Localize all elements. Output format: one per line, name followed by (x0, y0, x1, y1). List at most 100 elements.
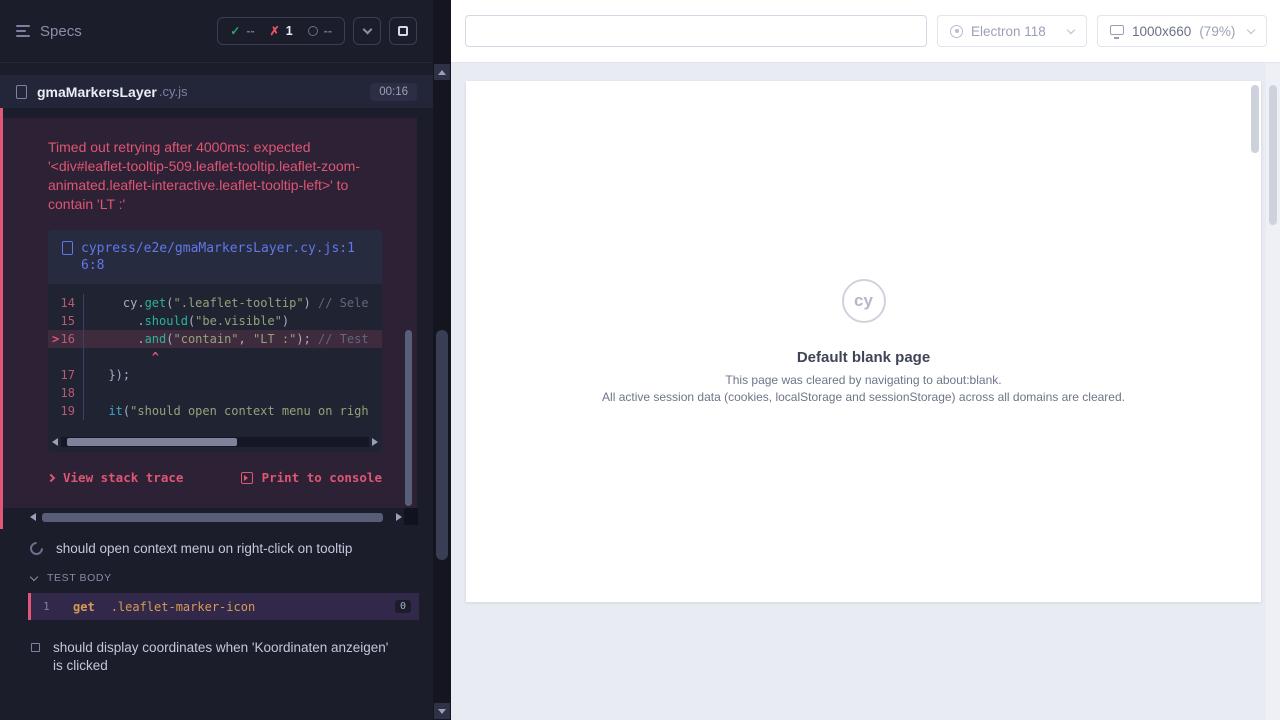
arrow-down-icon (438, 709, 446, 718)
code-line: 17 }); (48, 366, 382, 384)
arrow-up-icon (438, 66, 446, 75)
code-caret-line: ^ (48, 348, 382, 366)
spec-file-icon (16, 85, 27, 99)
browser-select[interactable]: Electron 118 (937, 15, 1087, 47)
command-target: .leaflet-marker-icon (111, 600, 256, 614)
line-content: }); (84, 366, 130, 384)
collapse-all-button[interactable] (353, 17, 381, 45)
scroll-up-button[interactable] (434, 64, 450, 80)
scroll-thumb[interactable] (42, 513, 383, 522)
code-line: 14 cy.get(".leaflet-tooltip") // Sele (48, 294, 382, 312)
browser-label: Electron 118 (971, 24, 1046, 39)
app-preview-area: Electron 118 1000x660 (79%) cy Default b… (451, 0, 1280, 720)
command-number: 1 (31, 600, 57, 613)
test-item-pending[interactable]: should display coordinates when 'Koordin… (0, 639, 398, 675)
specs-menu-button[interactable]: Specs (16, 22, 82, 40)
code-frame-file-link[interactable]: cypress/e2e/gmaMarkersLayer.cy.js:16:8 (48, 230, 382, 284)
blank-page-line2: All active session data (cookies, localS… (466, 390, 1261, 404)
code-frame: cypress/e2e/gmaMarkersLayer.cy.js:16:8 1… (48, 230, 382, 452)
failed-count: 1 (286, 24, 293, 38)
cypress-runner: Specs ✓ -- ✗ 1 -- (0, 0, 1280, 720)
stage-scrollbar-thumb[interactable] (1269, 85, 1277, 225)
code-line: 15 .should("be.visible") (48, 312, 382, 330)
document-icon (62, 241, 73, 255)
code-line: 19 it("should open context menu on righ (48, 402, 382, 420)
command-method: get (73, 600, 95, 614)
reporter-header: Specs ✓ -- ✗ 1 -- (0, 0, 433, 63)
specs-list-icon (16, 22, 30, 40)
stat-passed: ✓ -- (230, 24, 254, 38)
check-icon: ✓ (230, 24, 240, 38)
sidebar-scrollbar[interactable] (433, 0, 451, 720)
test-item-running[interactable]: should open context menu on right-click … (0, 541, 413, 556)
electron-browser-icon (950, 25, 963, 38)
iframe-scrollbar-thumb[interactable] (1251, 85, 1259, 153)
url-input[interactable] (465, 15, 927, 47)
error-actions: View stack trace Print to console (48, 470, 382, 485)
stop-run-button[interactable] (389, 17, 417, 45)
code-horizontal-scrollbar[interactable] (52, 436, 378, 448)
command-log-row[interactable]: 1 get .leaflet-marker-icon 0 (28, 593, 419, 620)
print-to-console-button[interactable]: Print to console (241, 470, 382, 485)
test-title: should display coordinates when 'Koordin… (53, 639, 398, 675)
cypress-logo-text: cy (854, 291, 873, 311)
reporter-sidebar: Specs ✓ -- ✗ 1 -- (0, 0, 433, 720)
code-frame-file-path: cypress/e2e/gmaMarkersLayer.cy.js:16:8 (81, 240, 368, 274)
scroll-track[interactable] (40, 513, 392, 522)
scrollbar-corner (404, 508, 418, 525)
code-lines: 14 cy.get(".leaflet-tooltip") // Sele 15… (48, 294, 382, 420)
viewport-zoom: (79%) (1199, 24, 1235, 39)
aut-stage: cy Default blank page This page was clea… (451, 63, 1280, 720)
line-content (84, 384, 94, 402)
chevron-right-icon (47, 473, 55, 481)
scroll-right-arrow-icon[interactable] (396, 513, 402, 521)
stop-icon (398, 26, 408, 36)
command-count-badge: 0 (395, 600, 411, 613)
code-line-highlighted: > 16 .and("contain", "LT :"); // Test (48, 330, 382, 348)
viewport-select[interactable]: 1000x660 (79%) (1097, 15, 1267, 47)
chevron-down-icon (1247, 25, 1255, 33)
header-controls: ✓ -- ✗ 1 -- (217, 17, 417, 45)
chevron-down-icon (362, 25, 372, 35)
error-panel: Timed out retrying after 4000ms: expecte… (3, 118, 417, 508)
scroll-thumb[interactable] (67, 438, 236, 446)
blank-page-line1: This page was cleared by navigating to a… (466, 373, 1261, 387)
blank-page: cy Default blank page This page was clea… (466, 279, 1261, 404)
code-line: 18 (48, 384, 382, 402)
scroll-track[interactable] (61, 437, 369, 447)
spec-duration-badge: 00:16 (370, 83, 417, 101)
scroll-thumb[interactable] (436, 330, 448, 560)
stat-pending: -- (308, 24, 332, 38)
console-icon (241, 472, 253, 484)
line-content: it("should open context menu on righ (84, 402, 369, 420)
monitor-icon (1110, 25, 1124, 35)
spec-extension: .cy.js (159, 84, 188, 99)
scroll-left-arrow-icon[interactable] (30, 513, 36, 521)
error-horizontal-scrollbar[interactable] (30, 509, 402, 525)
scroll-left-arrow-icon[interactable] (52, 438, 58, 446)
error-vertical-scrollbar[interactable] (405, 330, 412, 506)
error-message: Timed out retrying after 4000ms: expecte… (48, 138, 388, 214)
viewport-size: 1000x660 (1132, 24, 1191, 39)
spec-stats[interactable]: ✓ -- ✗ 1 -- (217, 17, 345, 45)
scroll-down-button[interactable] (434, 703, 450, 719)
line-content: cy.get(".leaflet-tooltip") // Sele (84, 294, 369, 312)
blank-page-title: Default blank page (466, 349, 1261, 366)
chevron-down-icon (30, 572, 38, 580)
spec-name: gmaMarkersLayer (37, 84, 157, 100)
line-content: .should("be.visible") (84, 312, 289, 330)
test-title: should open context menu on right-click … (56, 541, 352, 556)
test-body-toggle[interactable]: TEST BODY (0, 572, 112, 584)
scroll-right-arrow-icon[interactable] (372, 438, 378, 446)
spec-row[interactable]: gmaMarkersLayer .cy.js 00:16 (0, 75, 433, 108)
pending-count: -- (324, 24, 332, 38)
view-stack-trace-link[interactable]: View stack trace (48, 470, 183, 485)
line-number: 15 (48, 312, 84, 330)
line-number: 19 (48, 402, 84, 420)
clock-icon (308, 26, 318, 36)
line-number: 18 (48, 384, 84, 402)
view-stack-trace-label: View stack trace (63, 470, 183, 485)
error-line-marker: > (52, 330, 59, 348)
line-number: 17 (48, 366, 84, 384)
cypress-logo: cy (842, 279, 886, 323)
